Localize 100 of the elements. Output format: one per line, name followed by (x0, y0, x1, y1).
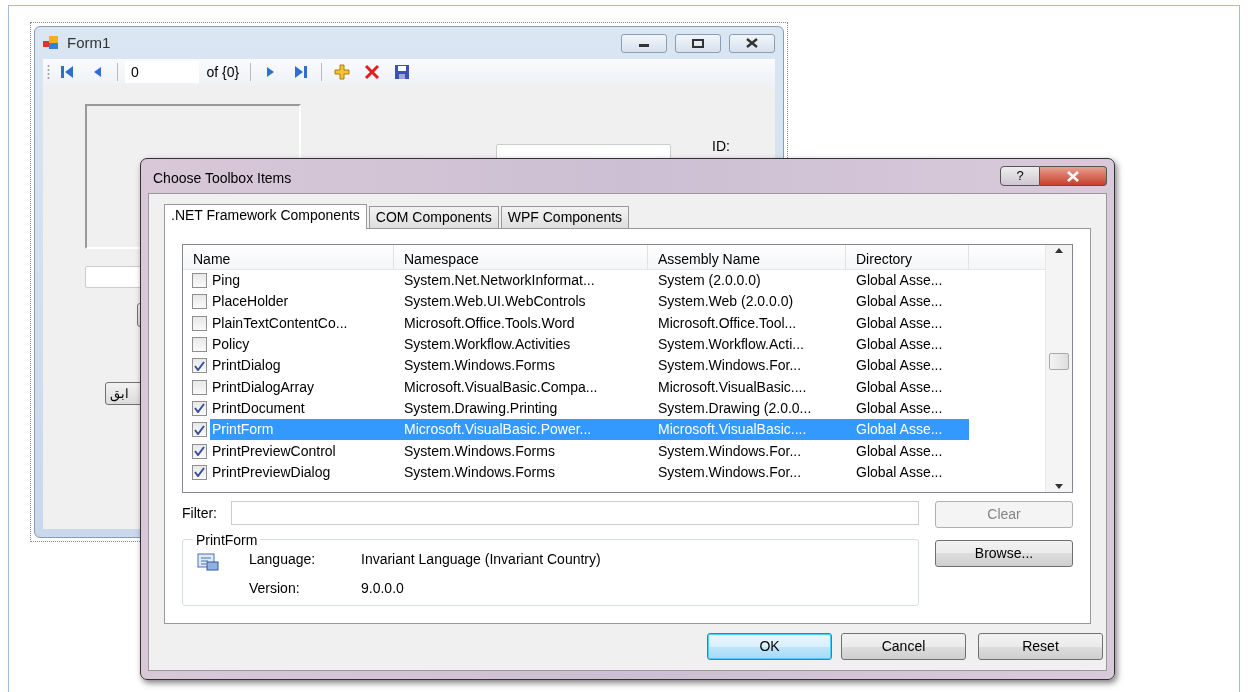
table-cell-text: Global Asse... (855, 335, 944, 355)
table-cell-text: System.Windows.For... (657, 356, 803, 376)
list-row[interactable]: PlainTextContentCo... Microsoft.Office.Tools.Word Microsoft.Office.Tool... Global Asse... (210, 312, 969, 334)
table-cell-text: PrintPreviewDialog (211, 462, 332, 482)
tab[interactable]: .NET Framework Components (164, 204, 367, 229)
table-cell-text: Global Asse... (855, 462, 944, 482)
table-cell-text: Global Asse... (855, 398, 944, 418)
list-row[interactable]: PrintPreviewControl System.Windows.Forms System.Windows.For... Global Asse... (210, 440, 969, 462)
table-cell-text: Microsoft.VisualBasic.... (657, 377, 808, 397)
dialog-button[interactable]: Reset (978, 633, 1103, 660)
toolbar-grip-icon (47, 64, 50, 80)
table-cell-text: Global Asse... (855, 356, 944, 376)
table-cell-text: System.Web.UI.WebControls (403, 292, 587, 312)
browse-button[interactable]: Browse... (935, 540, 1073, 567)
field-label: Version: (249, 579, 301, 598)
check-icon (194, 467, 205, 478)
dialog-button[interactable]: OK (707, 633, 832, 660)
window-title: Form1 (67, 32, 111, 53)
table-cell-text: Global Asse... (855, 441, 944, 461)
scroll-down-icon (1055, 484, 1063, 489)
table-cell-text: System.Workflow.Activities (403, 335, 572, 355)
list-row[interactable]: PlaceHolder System.Web.UI.WebControls System.Web (2.0.0.0) Global Asse... (210, 291, 969, 313)
table-cell-text: System.Web (2.0.0.0) (657, 292, 795, 312)
list-row[interactable]: PrintPreviewDialog System.Windows.Forms System.Windows.For... Global Asse... (210, 461, 969, 483)
checkbox[interactable] (192, 443, 207, 459)
list-row[interactable]: PrintDialog System.Windows.Forms System.Windows.For... Global Asse... (210, 355, 969, 377)
table-cell-text: System.Net.NetworkInformat... (403, 271, 596, 291)
table-cell-text: System.Windows.Forms (403, 462, 556, 482)
add-icon (333, 64, 350, 80)
table-cell-text: PlaceHolder (211, 292, 290, 312)
position-field[interactable]: 0 (125, 61, 199, 83)
checkbox[interactable] (192, 273, 207, 289)
close-button[interactable] (729, 33, 775, 53)
list-row[interactable]: PrintDocument System.Drawing.Printing System.Drawing (2.0.0... Global Asse... (210, 397, 969, 420)
field-label: Language: (249, 550, 317, 569)
dialog-button[interactable]: Cancel (841, 633, 966, 660)
table-cell-text: PrintPreviewControl (211, 441, 337, 461)
checkbox[interactable] (192, 379, 207, 395)
checkbox[interactable] (192, 294, 207, 310)
checkbox[interactable] (192, 315, 207, 331)
table-cell-text: System.Windows.Forms (403, 441, 556, 461)
table-cell-text: System.Drawing.Printing (403, 398, 559, 418)
column-header[interactable]: Name (183, 245, 394, 269)
table-cell-text: System.Windows.For... (657, 441, 803, 461)
minimize-button[interactable] (621, 33, 667, 53)
maximize-button[interactable] (675, 33, 721, 53)
list-row[interactable]: Ping System.Net.NetworkInformat... System (2.0.0.0) Global Asse... (210, 270, 969, 292)
table-cell-text: PrintDialog (211, 356, 282, 376)
check-icon (194, 360, 205, 371)
checkbox[interactable] (192, 337, 207, 353)
table-cell-text: PrintForm (211, 420, 275, 440)
first-icon (59, 64, 75, 80)
checkbox[interactable] (192, 422, 207, 438)
table-cell-text: System.Windows.For... (657, 462, 803, 482)
help-button[interactable]: ? (1000, 166, 1040, 186)
check-icon (194, 446, 205, 456)
maximize-icon (692, 38, 704, 48)
table-cell-text: Global Asse... (855, 271, 944, 291)
id-label: ID: (712, 139, 730, 155)
table-cell-text: Global Asse... (855, 420, 944, 440)
table-cell-text: System.Drawing (2.0.0... (657, 398, 813, 418)
table-cell-text: System.Workflow.Acti... (657, 335, 805, 355)
close-button[interactable] (1040, 166, 1107, 186)
filter-label: Filter: (182, 503, 217, 523)
form-icon (43, 36, 59, 50)
close-icon (1066, 170, 1080, 182)
column-header[interactable]: Namespace (394, 245, 648, 269)
checkbox[interactable] (192, 464, 207, 480)
check-icon (194, 403, 205, 414)
last-icon (292, 64, 309, 80)
table-cell-text: Microsoft.VisualBasic.... (657, 420, 808, 440)
scroll-up-icon (1055, 248, 1063, 253)
table-cell-text: PrintDocument (211, 398, 306, 418)
table-cell-text: Microsoft.VisualBasic.Power... (403, 420, 593, 440)
check-icon (194, 424, 205, 435)
table-cell-text: Microsoft.VisualBasic.Compa... (403, 377, 599, 397)
checkbox[interactable] (192, 400, 207, 416)
table-cell-text: Global Asse... (855, 292, 944, 312)
filter-field[interactable] (231, 501, 919, 525)
column-header[interactable]: Assembly Name (648, 245, 846, 269)
table-cell-text: PrintDialogArray (211, 377, 315, 397)
table-cell-text: Global Asse... (855, 313, 944, 333)
table-cell-text: Ping (211, 271, 242, 291)
scrollbar[interactable] (1045, 245, 1072, 492)
table-cell-text: System (2.0.0.0) (657, 271, 762, 291)
list-row[interactable]: PrintDialogArray Microsoft.VisualBasic.Compa... Microsoft.VisualBasic.... Global Asse... (210, 376, 969, 398)
field-value: 9.0.0.0 (361, 579, 405, 598)
tab[interactable]: COM Components (368, 206, 499, 228)
component-icon (197, 552, 219, 572)
table-cell-text: Microsoft.Office.Tool... (657, 313, 798, 333)
list-row[interactable]: Policy System.Workflow.Activities System.Workflow.Acti... Global Asse... (210, 333, 969, 356)
checkbox[interactable] (192, 358, 207, 374)
record-count: of {0} (205, 62, 241, 82)
tab[interactable]: WPF Components (500, 206, 630, 228)
dialog-title: Choose Toolbox Items (152, 168, 293, 188)
table-cell-text: Global Asse... (855, 377, 944, 397)
close-icon (746, 38, 758, 48)
delete-icon (363, 64, 380, 80)
column-header[interactable]: Directory (846, 245, 969, 269)
scrollbar-thumb[interactable] (1049, 353, 1069, 370)
